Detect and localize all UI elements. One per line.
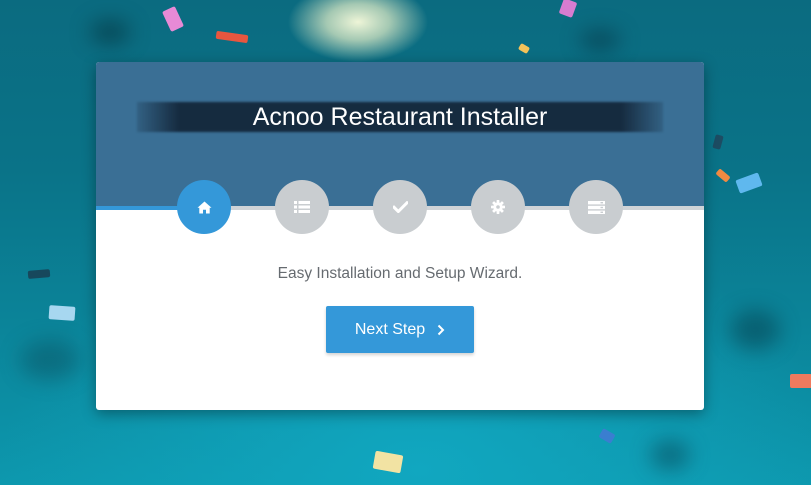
checkmark-icon (392, 201, 408, 213)
confetti-piece (27, 269, 51, 279)
confetti-piece (790, 374, 811, 388)
home-icon (197, 201, 212, 214)
installer-subtitle: Easy Installation and Setup Wizard. (277, 265, 523, 282)
confetti-piece (162, 6, 184, 32)
confetti-piece (372, 450, 404, 474)
step-2-list[interactable] (275, 180, 329, 234)
gear-icon (491, 200, 505, 214)
chevron-right-icon (437, 324, 445, 336)
confetti-piece (558, 0, 578, 18)
step-3-check[interactable] (373, 180, 427, 234)
bokeh-shape (20, 340, 80, 380)
step-5-server[interactable] (569, 180, 623, 234)
confetti-piece (517, 42, 531, 55)
installer-card: Acnoo Restaurant Installer Easy Installa… (96, 62, 704, 410)
confetti-piece (712, 134, 724, 150)
list-icon (294, 201, 310, 213)
bokeh-shape (730, 310, 780, 350)
confetti-piece (48, 305, 76, 321)
next-step-button[interactable]: Next Step (326, 306, 474, 353)
bokeh-shape (580, 30, 620, 50)
step-4-settings[interactable] (471, 180, 525, 234)
confetti-piece (598, 428, 616, 444)
step-indicator (96, 62, 704, 262)
confetti-piece (715, 168, 731, 183)
confetti-piece (735, 172, 763, 194)
bokeh-shape (90, 20, 130, 44)
server-icon (587, 200, 605, 214)
step-1-home[interactable] (177, 180, 231, 234)
confetti-piece (215, 30, 249, 44)
bokeh-shape (650, 440, 690, 470)
next-step-label: Next Step (354, 320, 426, 338)
